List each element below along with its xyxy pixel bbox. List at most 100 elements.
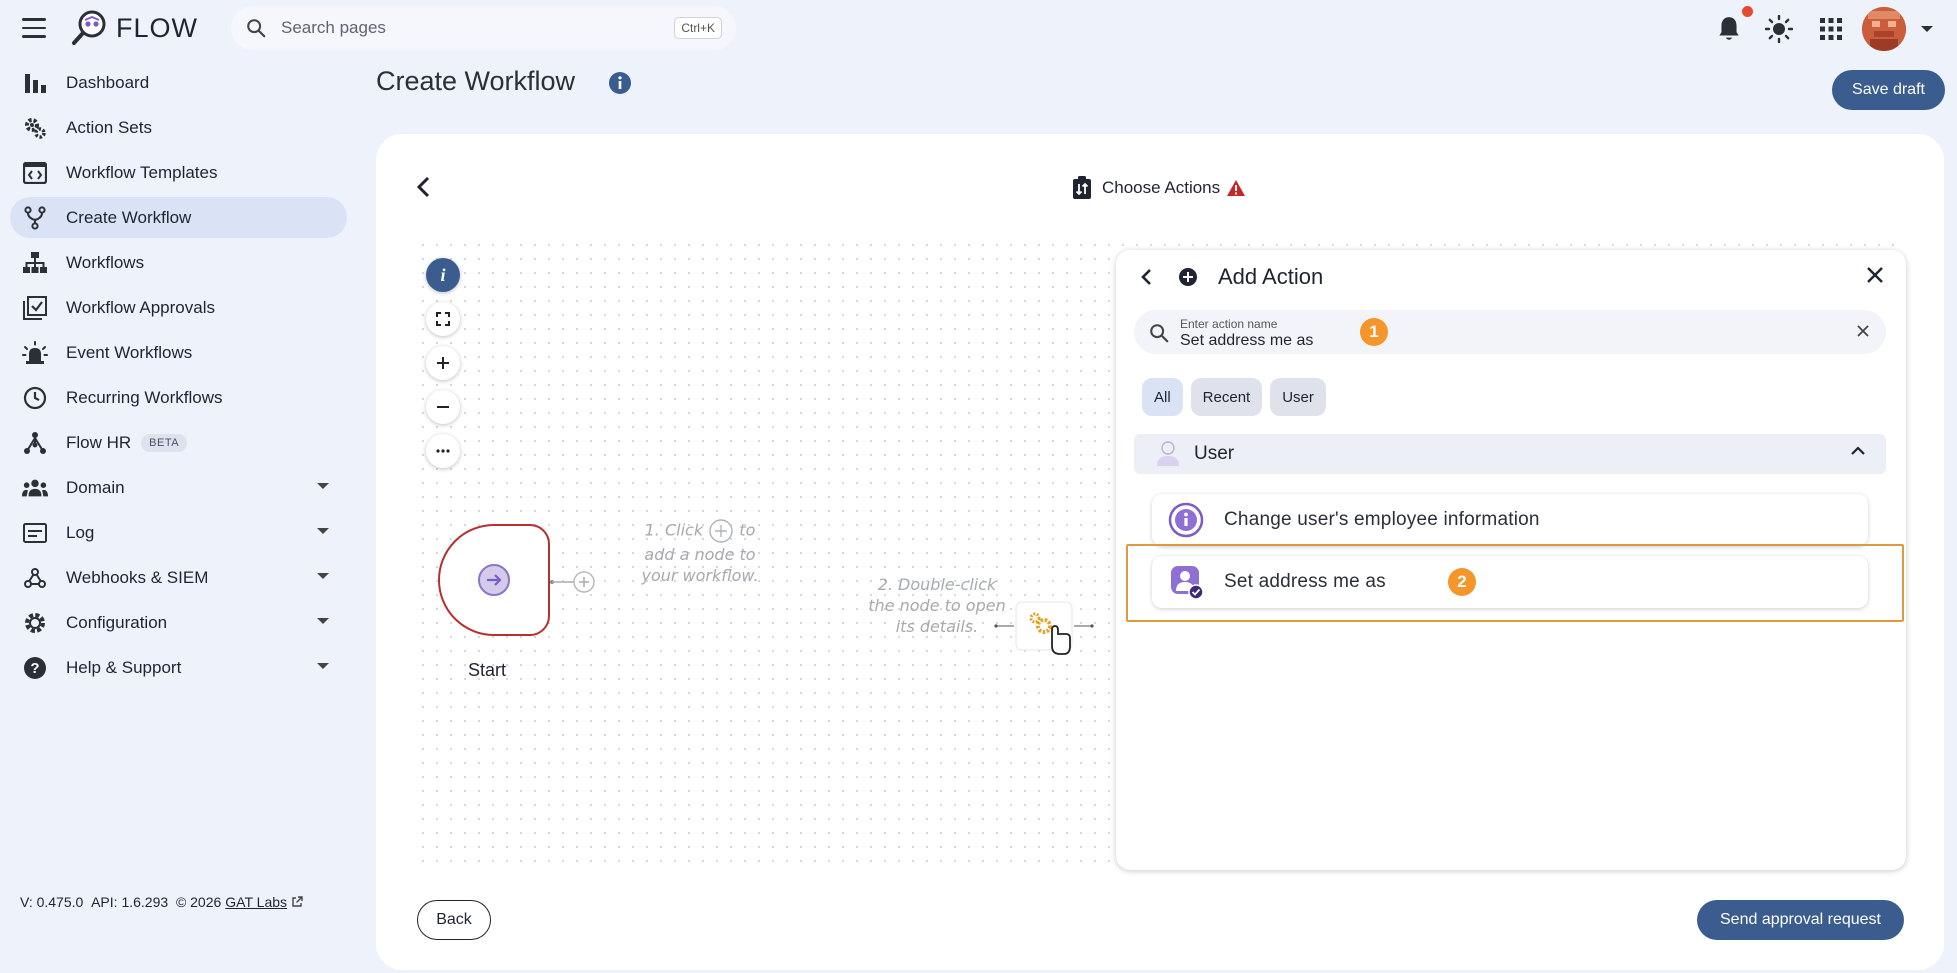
log-icon	[22, 520, 48, 546]
checklist-icon	[22, 295, 48, 321]
gear-icon	[22, 610, 48, 636]
more-options-button[interactable]	[426, 434, 460, 468]
group-header-user[interactable]: User	[1134, 434, 1886, 474]
zoom-in-button[interactable]	[426, 346, 460, 380]
sidebar-item-event-workflows[interactable]: Event Workflows	[10, 332, 347, 373]
panel-title: Add Action	[1218, 264, 1324, 289]
help-icon: ?	[22, 655, 48, 681]
avatar[interactable]	[1862, 7, 1906, 51]
external-link-icon	[292, 896, 303, 907]
hint1-suffix: to	[739, 520, 756, 540]
action-search-field[interactable]: Enter action name Set address me as 1	[1134, 310, 1886, 354]
info-i-icon: i	[440, 264, 446, 285]
sidebar-item-configuration[interactable]: Configuration	[10, 602, 347, 643]
expand-caret-icon	[317, 663, 329, 669]
close-icon[interactable]	[1866, 266, 1884, 284]
save-draft-button[interactable]: Save draft	[1832, 70, 1945, 110]
sidebar-item-action-sets[interactable]: Action Sets	[10, 107, 347, 148]
sidebar-item-label: Domain	[66, 477, 125, 497]
search-icon	[247, 19, 266, 38]
start-node[interactable]	[438, 524, 550, 636]
hint2-line2: the node to open	[868, 596, 1006, 615]
sidebar: Dashboard Action Sets Workflow Templates…	[0, 62, 350, 692]
send-approval-request-button[interactable]: Send approval request	[1697, 900, 1904, 940]
search-input[interactable]	[281, 18, 675, 38]
top-bar: FLOW Ctrl+K	[0, 0, 1957, 56]
sidebar-item-label: Flow HR	[66, 432, 132, 452]
company-link[interactable]: GAT Labs	[225, 894, 287, 910]
plus-icon	[437, 357, 449, 369]
expand-caret-icon	[317, 483, 329, 489]
sidebar-item-dashboard[interactable]: Dashboard	[10, 62, 347, 103]
add-action-panel: Add Action Enter action name Set address…	[1116, 250, 1906, 870]
svg-text:?: ?	[30, 660, 39, 677]
add-node-connector[interactable]	[550, 570, 596, 594]
step-title-text: Choose Actions	[1102, 178, 1221, 197]
apps-grid-icon[interactable]	[1820, 18, 1842, 40]
page-title: Create Workflow	[376, 66, 576, 96]
more-horizontal-icon	[436, 449, 450, 453]
panel-back-icon[interactable]	[1140, 268, 1152, 286]
search-icon	[1150, 324, 1169, 343]
chip-recent[interactable]: Recent	[1190, 378, 1263, 416]
chevron-left-icon[interactable]	[416, 176, 430, 198]
sidebar-item-domain[interactable]: Domain	[10, 467, 347, 508]
step-badge-2: 2	[1448, 568, 1476, 596]
bar-chart-icon	[22, 70, 48, 96]
webhook-icon	[22, 565, 48, 591]
canvas-info-button[interactable]: i	[426, 258, 460, 292]
clock-icon	[22, 385, 48, 411]
clear-icon[interactable]	[1856, 324, 1870, 338]
sidebar-item-help-support[interactable]: ? Help & Support	[10, 647, 347, 688]
expand-caret-icon	[317, 528, 329, 534]
sidebar-item-workflow-templates[interactable]: Workflow Templates	[10, 152, 347, 193]
step-title: Choose Actions	[1072, 176, 1246, 200]
sidebar-item-label: Event Workflows	[66, 342, 193, 362]
app-version: V: 0.475.0	[20, 894, 84, 910]
account-menu-chevron-icon[interactable]	[1920, 24, 1934, 34]
beta-badge: BETA	[141, 433, 188, 452]
warning-icon	[1227, 180, 1246, 196]
chip-user[interactable]: User	[1270, 378, 1326, 416]
app-name: FLOW	[116, 12, 198, 43]
sidebar-item-log[interactable]: Log	[10, 512, 347, 553]
example-node-icon	[994, 601, 1094, 655]
group-label: User	[1194, 443, 1235, 464]
action-item-set-address-me-as[interactable]: Set address me as 2	[1152, 556, 1868, 608]
sidebar-item-label: Action Sets	[66, 117, 152, 137]
action-item-change-employee-info[interactable]: Change user's employee information	[1152, 494, 1868, 546]
zoom-out-button[interactable]	[426, 390, 460, 424]
chevron-up-icon[interactable]	[1850, 446, 1866, 456]
search-bar[interactable]: Ctrl+K	[231, 6, 736, 50]
sidebar-item-workflow-approvals[interactable]: Workflow Approvals	[10, 287, 347, 328]
sidebar-item-flow-hr[interactable]: Flow HR BETA	[10, 422, 347, 463]
expand-caret-icon	[317, 573, 329, 579]
action-search-input[interactable]: Set address me as	[1180, 332, 1313, 350]
gears-icon	[22, 115, 48, 141]
flow-logo-icon	[72, 10, 106, 45]
sidebar-item-label: Workflow Templates	[66, 162, 218, 182]
search-shortcut: Ctrl+K	[674, 17, 722, 39]
sidebar-item-recurring-workflows[interactable]: Recurring Workflows	[10, 377, 347, 418]
back-button[interactable]: Back	[417, 900, 491, 940]
api-version: API: 1.6.293	[91, 894, 169, 910]
info-icon[interactable]	[608, 71, 632, 95]
fullscreen-icon	[436, 312, 450, 326]
step-badge-1: 1	[1360, 318, 1388, 346]
sidebar-item-workflows[interactable]: Workflows	[10, 242, 347, 283]
arrow-right-circle-icon	[478, 564, 510, 596]
notification-dot	[1742, 6, 1753, 17]
menu-icon[interactable]	[22, 18, 46, 38]
sidebar-item-label: Create Workflow	[66, 207, 192, 227]
sidebar-item-label: Workflow Approvals	[66, 297, 215, 317]
sidebar-item-webhooks-siem[interactable]: Webhooks & SIEM	[10, 557, 347, 598]
fit-view-button[interactable]	[426, 302, 460, 336]
notification-bell-icon[interactable]	[1716, 15, 1742, 43]
group-icon	[22, 475, 48, 501]
sidebar-item-create-workflow[interactable]: Create Workflow	[10, 197, 347, 238]
sidebar-item-label: Recurring Workflows	[66, 387, 223, 407]
person-icon	[1157, 441, 1179, 466]
theme-toggle-icon[interactable]	[1765, 15, 1793, 43]
chip-all[interactable]: All	[1142, 378, 1183, 416]
app-logo[interactable]: FLOW	[70, 8, 198, 48]
